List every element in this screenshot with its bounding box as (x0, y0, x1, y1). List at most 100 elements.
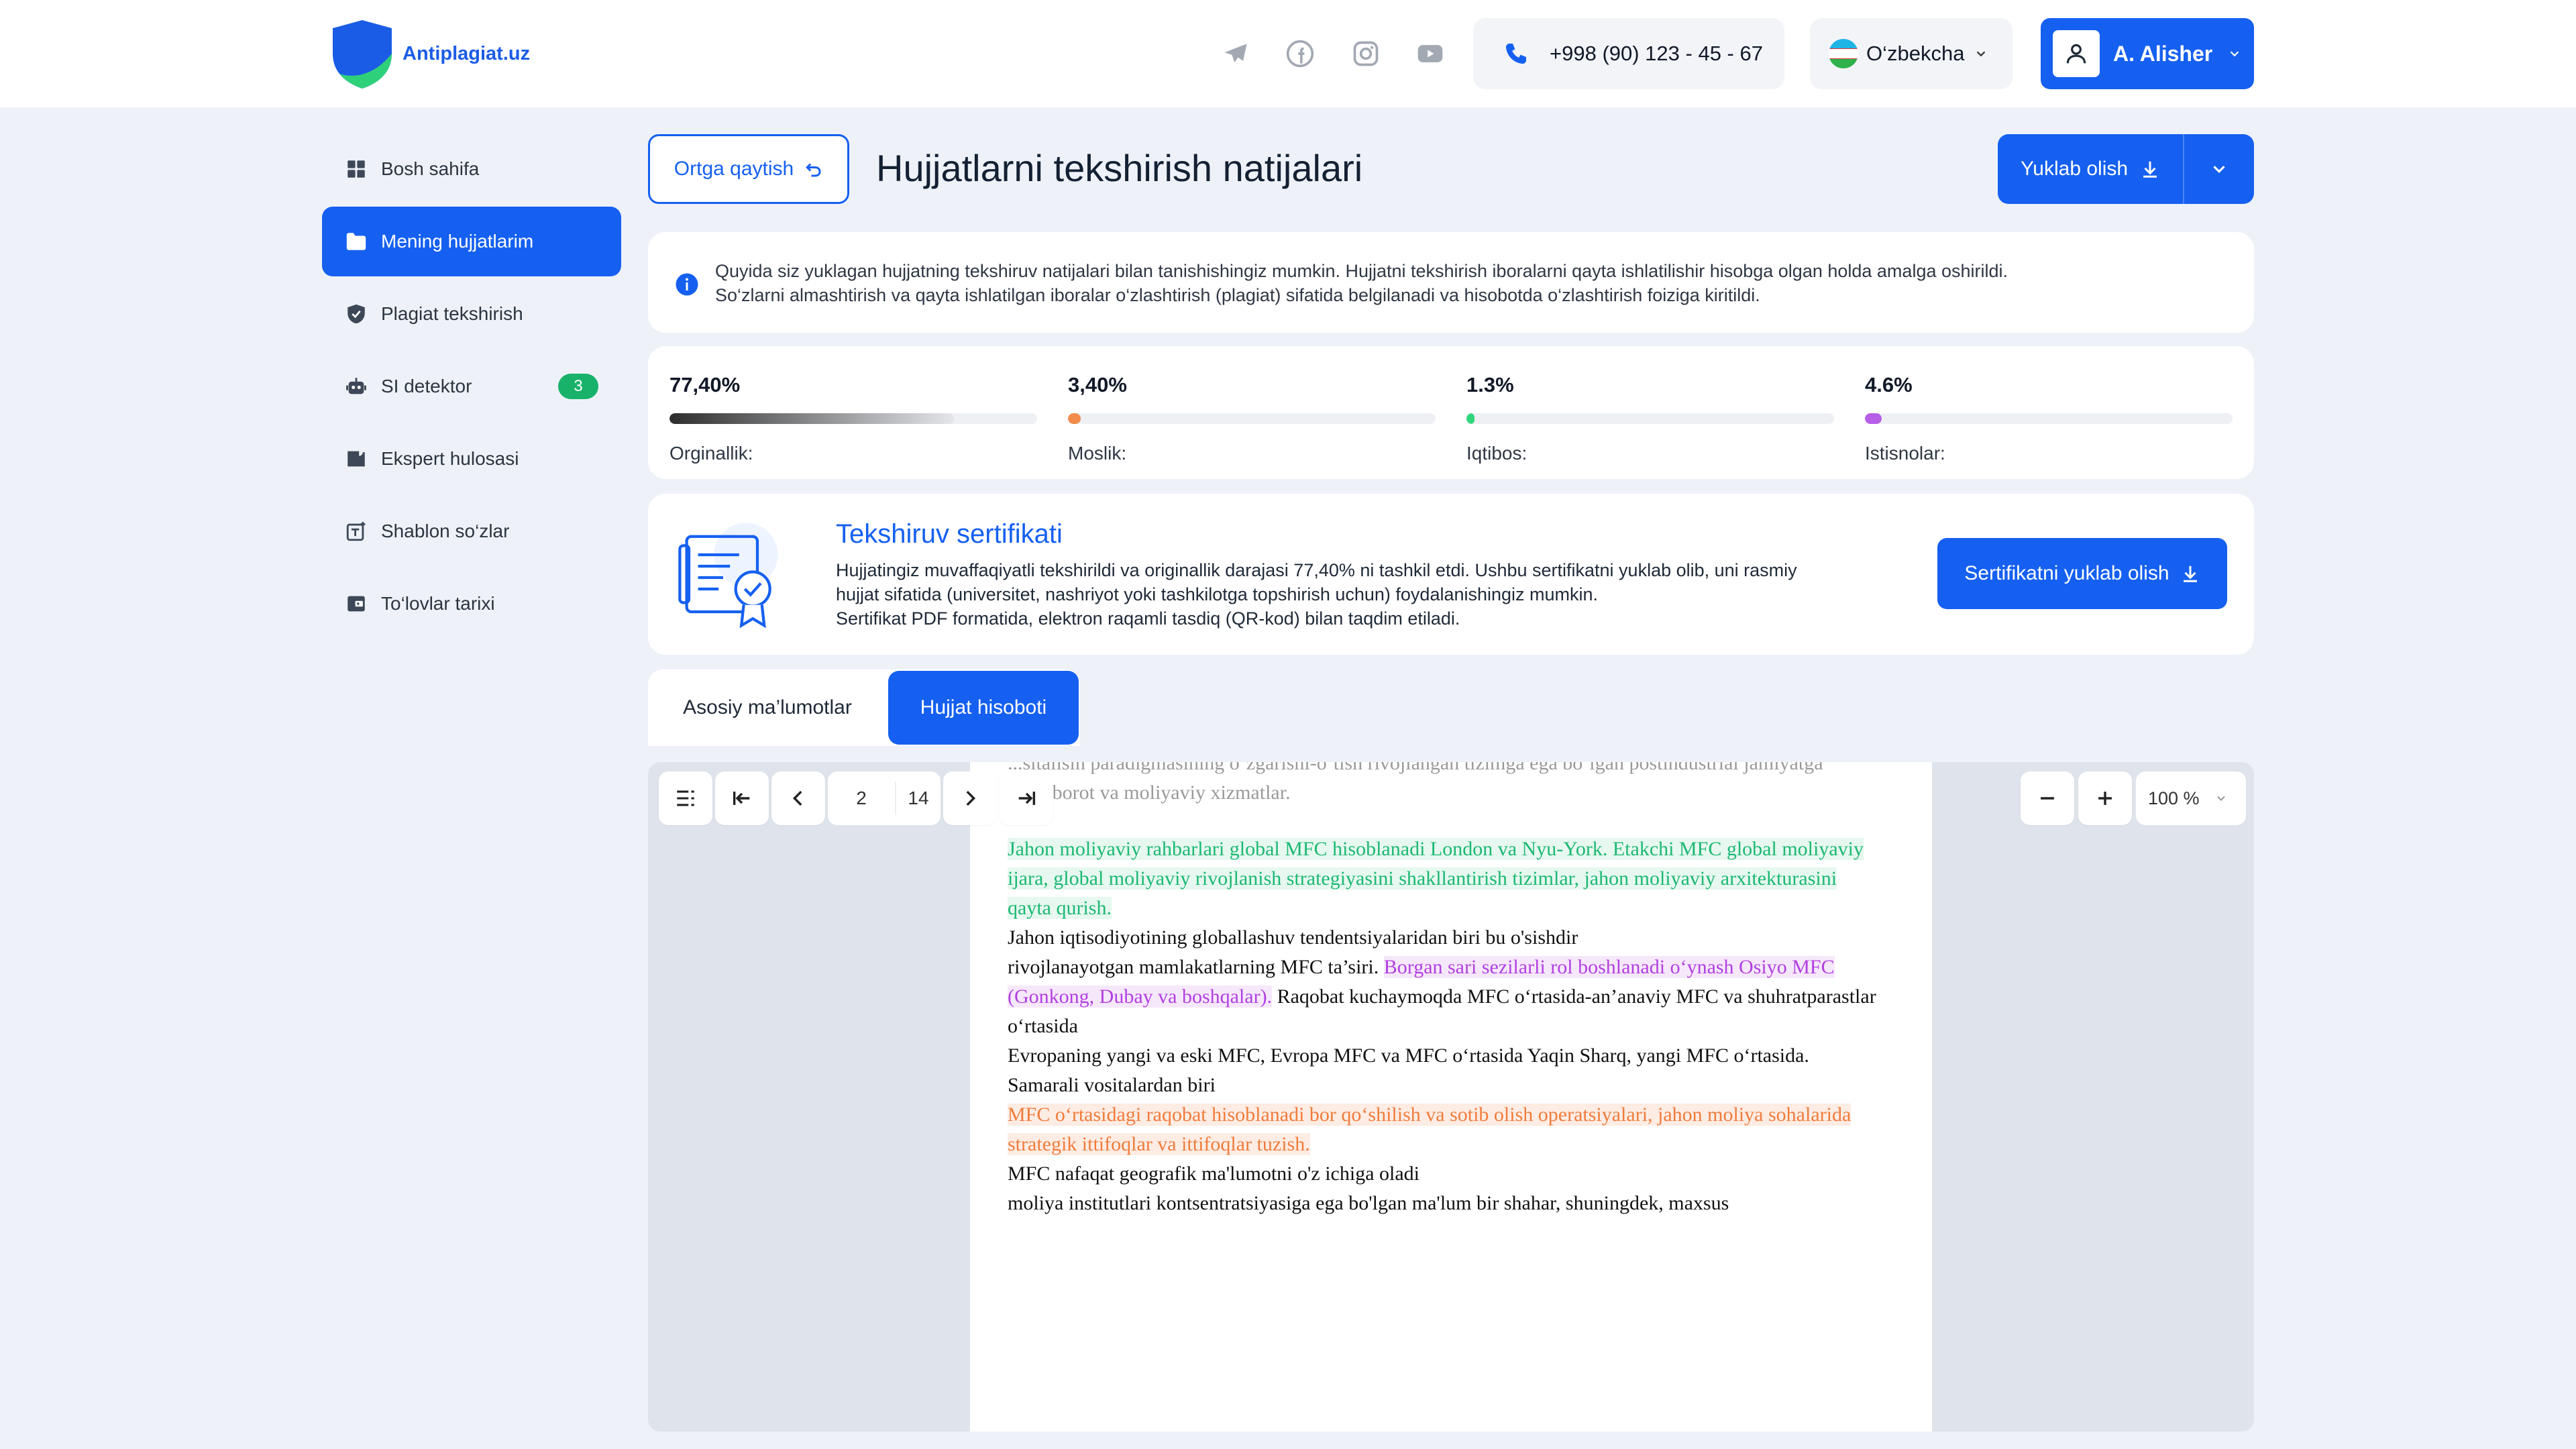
certificate-icon (678, 523, 778, 629)
document-line: Samarali vositalardan biri (1008, 1074, 1216, 1096)
certificate-title: Tekshiruv sertifikati (836, 519, 1063, 549)
grid-icon (347, 160, 365, 178)
download-options-dropdown[interactable] (2184, 134, 2254, 204)
current-page[interactable]: 2 (828, 788, 895, 809)
sidebar-item-template-words[interactable]: Shablon so‘zlar (322, 496, 621, 566)
last-page-icon (1018, 792, 1036, 805)
stat-value: 3,40% (1068, 373, 1127, 396)
facebook-icon[interactable] (1284, 38, 1316, 70)
stat-fill (1068, 413, 1081, 424)
outline-menu-button[interactable] (659, 771, 712, 825)
brand-logo[interactable]: Antiplagiat.uz (329, 17, 530, 90)
chevron-left-icon (792, 790, 802, 806)
document-line: ...t axborot va moliyaviy xizmatlar. (1008, 782, 1291, 804)
shield-check-icon (347, 304, 365, 324)
certificate-line: hujjat sifatida (universitet, nashriyot … (836, 584, 1599, 604)
download-main-button[interactable]: Yuklab olish (1998, 134, 2184, 204)
document-paragraph: MFC o‘rtasidagi raqobat hisoblanadi bor … (1008, 1100, 1885, 1159)
stat-label: Moslik: (1068, 443, 1127, 464)
document-line: Evropaning yangi va eski MFC, Evropa MFC… (1008, 1044, 1809, 1067)
stat-similarity: 3,40% Moslik: (1068, 373, 1436, 464)
stat-value: 77,40% (669, 373, 741, 396)
sidebar: Bosh sahifa Mening hujjatlarim Plagiat t… (322, 134, 621, 641)
sidebar-item-expert-conclusion[interactable]: Ekspert hulosasi (322, 424, 621, 494)
youtube-icon[interactable] (1414, 38, 1446, 70)
phone-contact[interactable]: +998 (90) 123 - 45 - 67 (1473, 18, 1784, 89)
uzbekistan-flag-icon (1829, 39, 1858, 68)
stat-label: Istisnolar: (1865, 443, 1945, 464)
stat-citation: 1.3% Iqtibos: (1466, 373, 1834, 464)
document-viewer[interactable]: ...sitalisin paradigmasining o‘zgarishi-… (648, 762, 2254, 1432)
zoom-in-button[interactable] (2078, 771, 2132, 825)
shield-logo-icon (333, 20, 392, 89)
stat-fill (669, 413, 955, 424)
document-text: ...sitalisin paradigmasining o‘zgarishi-… (1008, 762, 1885, 808)
document-line: ...sitalisin paradigmasining o‘zgarishi-… (1008, 762, 1823, 774)
sidebar-item-ai-detector[interactable]: SI detektor 3 (322, 352, 621, 421)
page-number-field[interactable]: 2 14 (828, 771, 941, 825)
sidebar-item-plagiarism-check[interactable]: Plagiat tekshirish (322, 279, 621, 349)
download-certificate-button[interactable]: Sertifikatni yuklab olish (1937, 538, 2227, 609)
tab-main-info[interactable]: Asosiy ma’lumotlar (648, 671, 887, 745)
sidebar-item-my-documents[interactable]: Mening hujjatlarim (322, 207, 621, 276)
next-page-button[interactable] (943, 771, 997, 825)
stat-exceptions: 4.6% Istisnolar: (1865, 373, 2233, 464)
page-title: Hujjatlarni tekshirish natijalari (876, 147, 1363, 189)
last-page-button[interactable] (1000, 771, 1053, 825)
phone-icon (1506, 44, 1526, 64)
download-icon (2143, 161, 2157, 178)
document-text: rivojlanayotgan mamlakatlarning MFC ta’s… (1008, 956, 1384, 978)
notification-badge: 3 (558, 374, 598, 399)
sidebar-item-home[interactable]: Bosh sahifa (322, 134, 621, 204)
first-page-icon (733, 792, 750, 805)
document-paragraph: Jahon iqtisodiyotining globallashuv tend… (1008, 923, 1885, 1041)
stat-label: Iqtibos: (1466, 443, 1527, 464)
telegram-icon[interactable] (1220, 38, 1252, 70)
sidebar-item-payment-history[interactable]: To‘lovlar tarixi (322, 569, 621, 639)
highlight-similarity[interactable]: MFC o‘rtasidagi raqobat hisoblanadi bor … (1008, 1104, 1851, 1155)
stat-progress-bar (669, 413, 1037, 424)
certificate-line: Sertifikat PDF formatida, elektron raqam… (836, 608, 1460, 629)
stats-panel: 77,40% Orginallik: 3,40% Moslik: 1.3% Iq… (648, 346, 2254, 479)
zoom-select[interactable]: 100 % (2136, 771, 2246, 825)
tab-document-report[interactable]: Hujjat hisoboti (888, 671, 1079, 745)
zoom-level: 100 % (2148, 788, 2200, 808)
stat-fill (1865, 413, 1882, 424)
download-button[interactable]: Yuklab olish (1998, 134, 2254, 204)
template-icon (346, 521, 366, 541)
plus-icon (2098, 792, 2112, 805)
info-notice: Quyida siz yuklagan hujjatning tekshiruv… (648, 232, 2254, 333)
back-button-label: Ortga qaytish (674, 158, 794, 180)
document-paragraph: Jahon moliyaviy rahbarlari global MFC hi… (1008, 835, 1885, 923)
sidebar-item-label: Plagiat tekshirish (381, 303, 523, 324)
document-page: ...sitalisin paradigmasining o‘zgarishi-… (970, 762, 1932, 1432)
prev-page-button[interactable] (771, 771, 825, 825)
list-menu-icon (677, 790, 694, 806)
tab-bar: Asosiy ma’lumotlar Hujjat hisoboti (648, 669, 1080, 746)
sidebar-item-label: Mening hujjatlarim (381, 231, 534, 252)
stat-label: Orginallik: (669, 443, 753, 464)
sidebar-item-label: To‘lovlar tarixi (381, 593, 495, 614)
sidebar-item-label: Shablon so‘zlar (381, 521, 510, 541)
info-line: So‘zlarni almashtirish va qayta ishlatil… (715, 285, 1760, 305)
stat-value: 4.6% (1865, 373, 1913, 396)
info-icon (676, 273, 698, 296)
instagram-icon[interactable] (1350, 38, 1382, 70)
first-page-button[interactable] (715, 771, 769, 825)
chevron-down-icon (2230, 51, 2239, 57)
user-icon (2066, 44, 2086, 64)
info-line: Quyida siz yuklagan hujjatning tekshiruv… (715, 261, 2008, 281)
document-line: moliya institutlari kontsentratsiyasiga … (1008, 1192, 1729, 1214)
phone-number: +998 (90) 123 - 45 - 67 (1550, 42, 1763, 65)
chevron-down-icon (1977, 51, 1986, 57)
user-menu-button[interactable]: A. Alisher (2041, 18, 2254, 89)
back-button[interactable]: Ortga qaytish (648, 134, 849, 204)
chevron-right-icon (966, 790, 976, 806)
highlight-citation[interactable]: Jahon moliyaviy rahbarlari global MFC hi… (1008, 838, 1864, 919)
language-selector[interactable]: O‘zbekcha (1810, 18, 2012, 89)
chevron-down-icon (2213, 166, 2225, 173)
stat-value: 1.3% (1466, 373, 1514, 396)
user-name: A. Alisher (2113, 41, 2213, 66)
zoom-out-button[interactable] (2021, 771, 2074, 825)
total-pages: 14 (895, 782, 941, 815)
